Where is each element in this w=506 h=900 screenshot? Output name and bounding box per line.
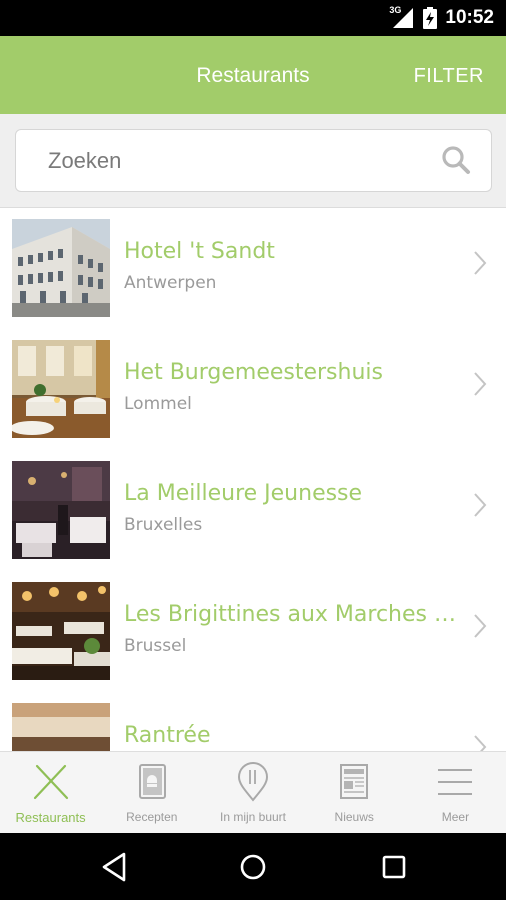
menu-icon [438,769,473,795]
chevron-right-icon [474,735,487,751]
tab-in-mijn-buurt[interactable]: In mijn buurt [202,752,303,833]
home-icon[interactable] [235,849,271,885]
restaurant-item[interactable]: La Meilleure Jeunesse Bruxelles [0,451,506,571]
restaurant-item[interactable]: Het Burgemeestershuis Lommel [0,330,506,450]
battery-icon [423,7,438,29]
system-nav-bar [0,833,506,900]
restaurant-name: Rantrée [124,723,211,748]
tab-label: Nieuws [334,810,374,824]
restaurant-city: Antwerpen [124,273,217,293]
restaurant-item[interactable]: Rantrée [0,693,506,751]
tab-nieuws[interactable]: Nieuws [304,752,405,833]
restaurant-photo [12,703,110,751]
fork-knife-icon [33,764,68,800]
filter-button[interactable]: FILTER [414,36,484,114]
status-bar: 3G 10:52 [0,0,506,36]
search-box[interactable] [15,129,492,192]
restaurant-name: Het Burgemeestershuis [124,360,383,385]
tab-label: Restaurants [15,810,86,825]
restaurant-item[interactable]: Hotel 't Sandt Antwerpen [0,209,506,329]
restaurant-photo [12,461,110,559]
restaurant-city: Bruxelles [124,515,203,535]
chevron-right-icon [474,614,487,638]
chevron-right-icon [474,493,487,517]
restaurant-photo [12,582,110,680]
restaurant-item[interactable]: Les Brigittines aux Marches de... Brusse… [0,572,506,692]
signal-icon: 3G [389,5,415,29]
chevron-right-icon [474,372,487,396]
restaurant-city: Lommel [124,394,192,414]
chevron-right-icon [474,251,487,275]
restaurant-name: Hotel 't Sandt [124,239,275,264]
restaurant-name: Les Brigittines aux Marches de... [124,602,464,627]
news-icon [340,764,369,799]
back-icon[interactable] [96,849,132,885]
location-pin-icon [237,762,269,802]
tab-restaurants[interactable]: Restaurants [0,752,101,833]
network-type: 3G [389,5,402,15]
search-icon[interactable] [441,145,471,175]
status-time: 10:52 [445,7,494,28]
restaurant-photo [12,340,110,438]
search-input[interactable] [48,130,428,191]
recents-icon[interactable] [376,849,412,885]
recipe-book-icon [138,764,166,799]
tab-label: Meer [441,810,470,824]
tab-recepten[interactable]: Recepten [101,752,202,833]
search-area [0,114,506,208]
tab-label: Recepten [126,810,178,824]
restaurant-list: Hotel 't Sandt Antwerpen Het Burgemeeste… [0,209,506,751]
tab-meer[interactable]: Meer [405,752,506,833]
restaurant-name: La Meilleure Jeunesse [124,481,363,506]
bottom-tab-bar: Restaurants Recepten In mijn buurt Nieuw… [0,751,506,833]
tab-label: In mijn buurt [219,810,287,824]
restaurant-city: Brussel [124,636,187,656]
app-bar: Restaurants FILTER [0,36,506,114]
status-icons: 3G 10:52 [389,0,494,36]
restaurant-photo [12,219,110,317]
